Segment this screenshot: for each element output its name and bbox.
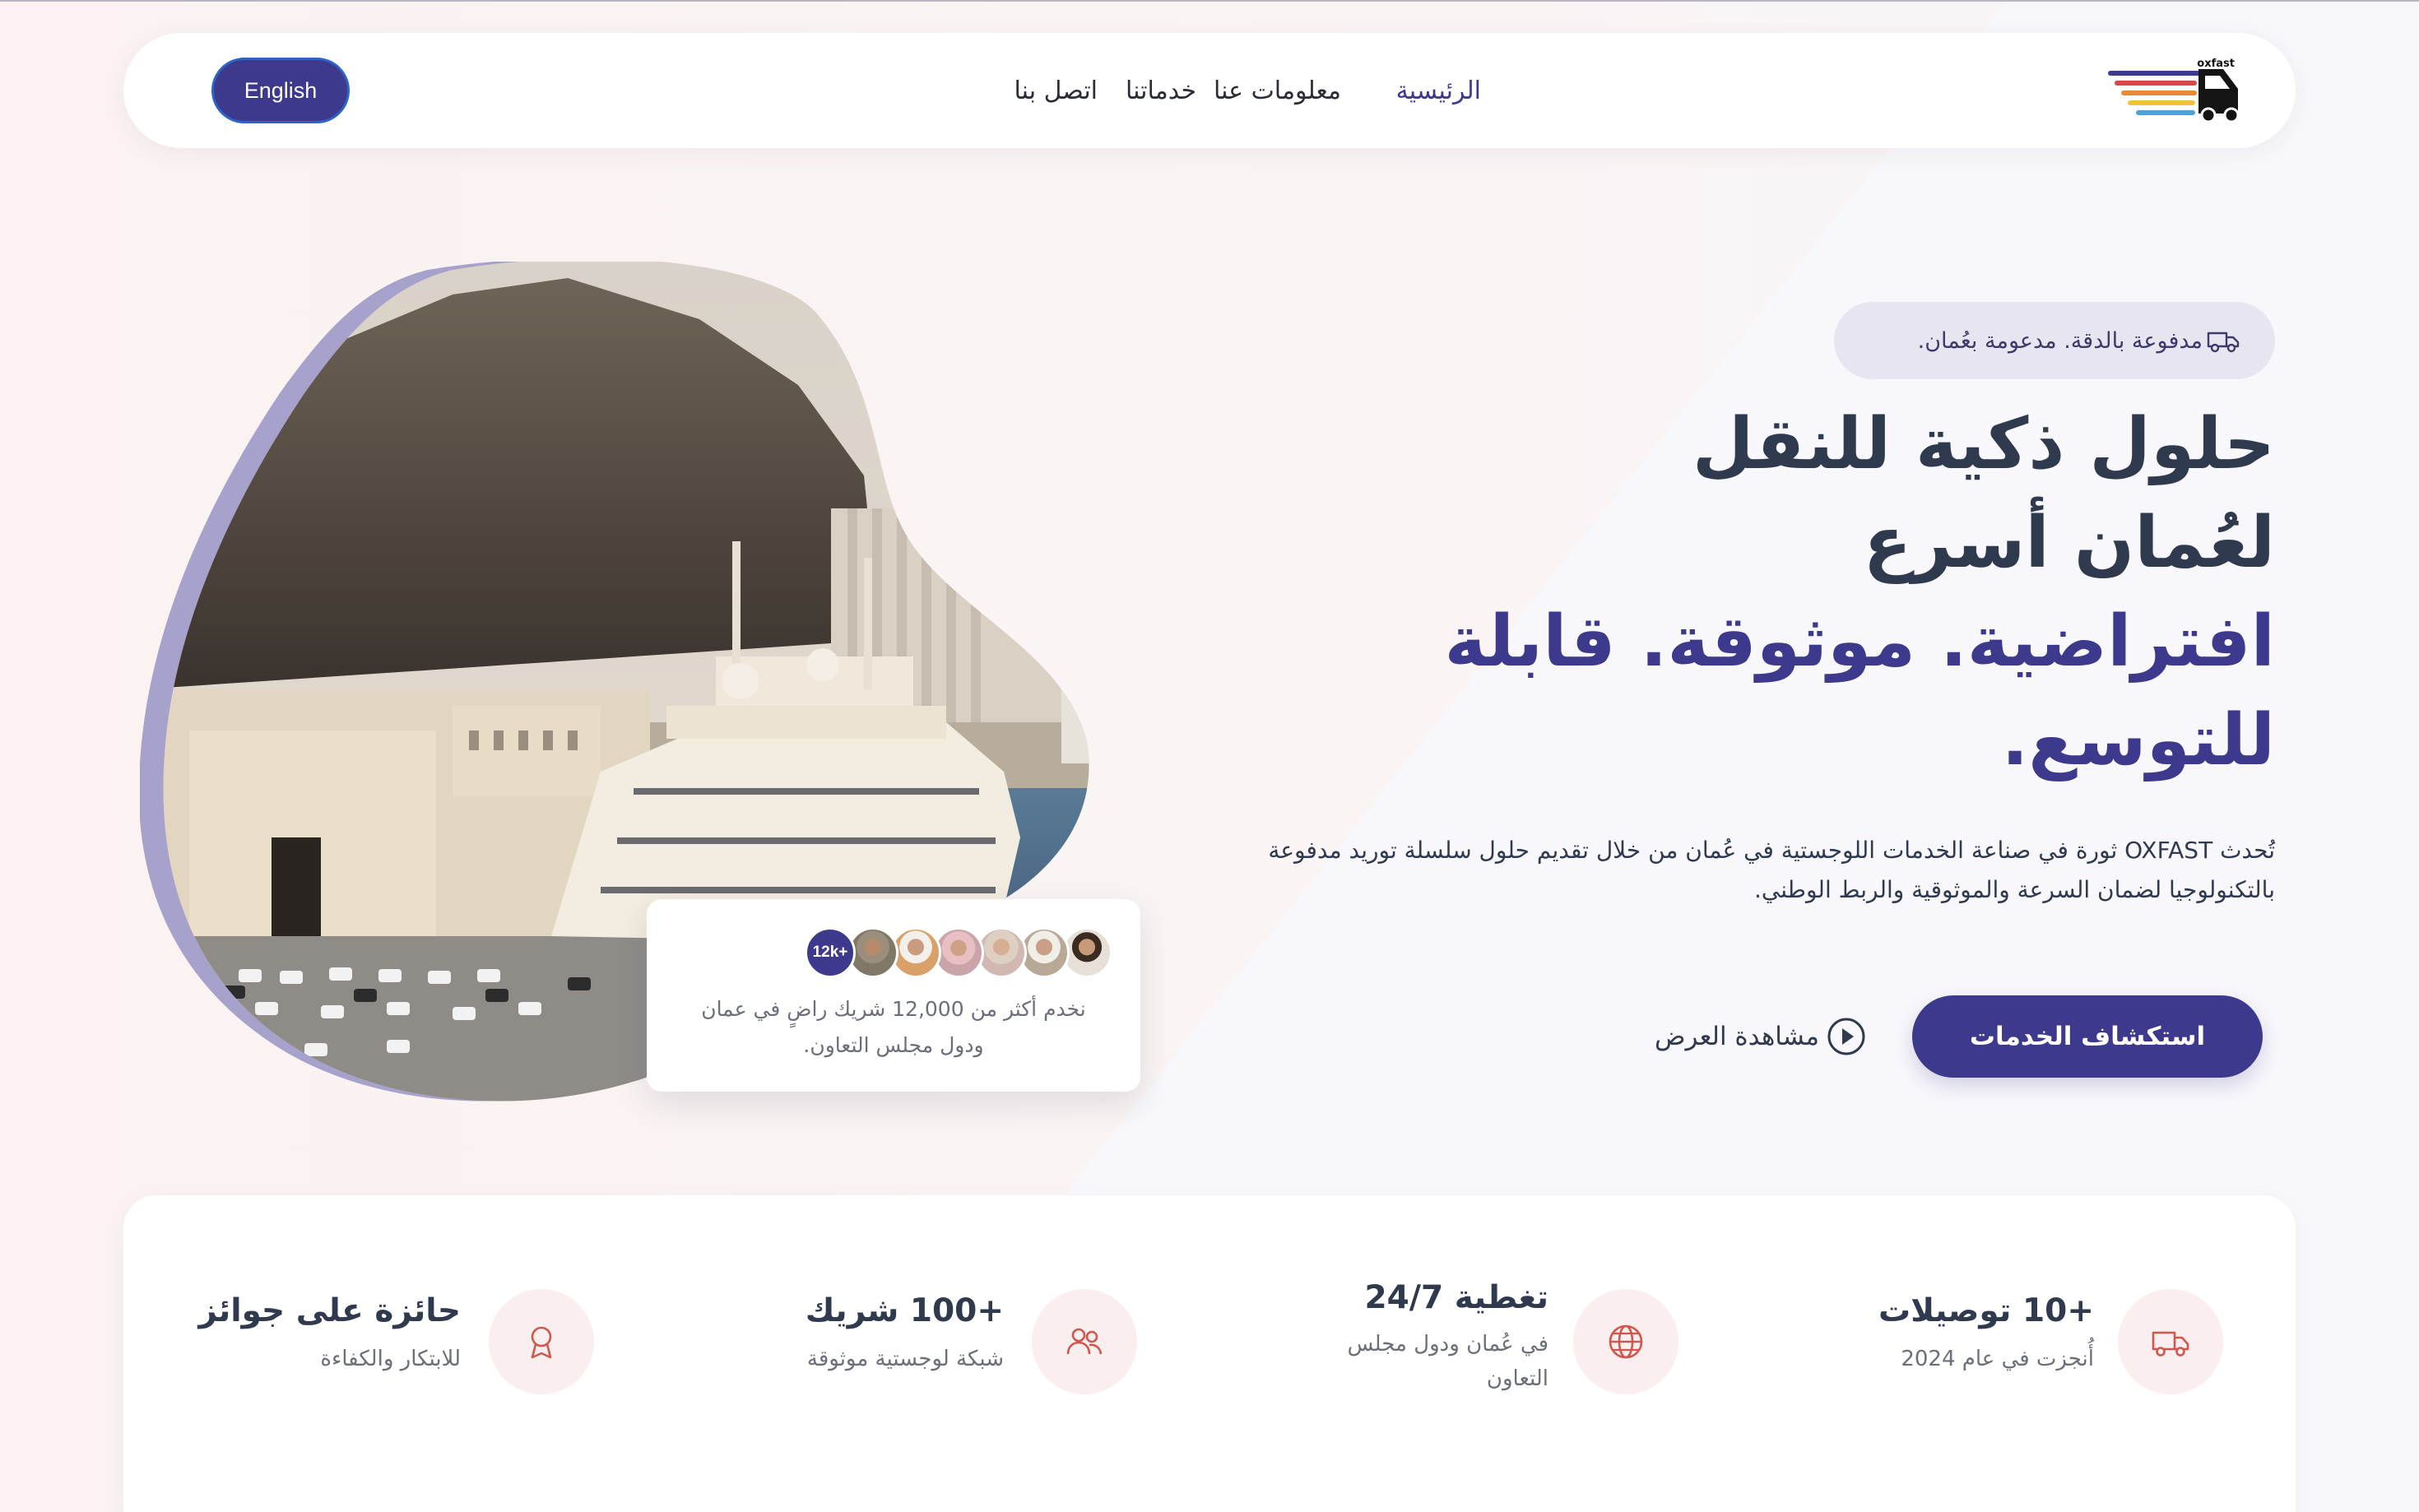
headline-line-1: حلول ذكية للنقل: [1692, 403, 2275, 485]
hero-badge-text: مدفوعة بالدقة. مدعومة بعُمان.: [1917, 327, 2203, 354]
truck-icon: [2207, 332, 2240, 353]
nav-about-wrap: معلومات عنا: [1214, 33, 1341, 148]
stat-icon-circle: [489, 1289, 594, 1394]
stat-subtitle: للابتكار والكفاءة: [320, 1347, 461, 1371]
stats-panel: +10 توصيلات أُنجزت في عام 2024 تغطية 24/…: [123, 1195, 2296, 1512]
watch-demo-button[interactable]: مشاهدة العرض: [1641, 995, 1880, 1078]
nav-home-wrap: الرئيسية: [1396, 33, 1481, 148]
hero-headline: حلول ذكية للنقل لعُمان أسرع افتراضية. مو…: [1247, 395, 2275, 790]
headline-line-4: للتوسع.: [2001, 699, 2275, 782]
watch-demo-label: مشاهدة العرض: [1654, 1022, 1820, 1051]
nav-link-home[interactable]: الرئيسية: [1396, 77, 1481, 105]
nav-services-wrap: خدماتنا: [1126, 33, 1196, 148]
nav-contact-wrap: اتصل بنا: [1014, 33, 1098, 148]
partner-avatars: +12k: [805, 927, 1112, 978]
hero-badge: مدفوعة بالدقة. مدعومة بعُمان.: [1834, 302, 2275, 379]
stat-awards: حائزة على جوائز للابتكار والكفاءة: [123, 1195, 2296, 1442]
award-icon: [531, 1326, 552, 1359]
stat-title: حائزة على جوائز: [198, 1292, 461, 1329]
nav-link-services[interactable]: خدماتنا: [1126, 77, 1196, 105]
brand-logo[interactable]: oxfast: [2108, 58, 2248, 125]
language-toggle-button[interactable]: English: [211, 58, 350, 123]
nav-link-contact[interactable]: اتصل بنا: [1014, 77, 1098, 105]
headline-line-3: افتراضية. موثوقة. قابلة: [1444, 601, 2275, 683]
logo-text: oxfast: [2197, 58, 2235, 70]
play-circle-icon: [1827, 1018, 1865, 1055]
hero-description: تُحدث OXFAST ثورة في صناعة الخدمات اللوج…: [1268, 837, 2275, 903]
explore-services-button[interactable]: استكشاف الخدمات: [1912, 995, 2263, 1078]
nav-link-about[interactable]: معلومات عنا: [1214, 77, 1341, 105]
headline-line-2: لعُمان أسرع: [1863, 502, 2275, 584]
partners-text: نخدم أكثر من 12,000 شريك راضٍ في عمان ود…: [701, 997, 1086, 1057]
partners-card: +12k نخدم أكثر من 12,000 شريك راضٍ في عم…: [647, 899, 1140, 1092]
partner-count-badge: +12k: [805, 927, 856, 978]
navbar: oxfast الرئيسية معلومات عنا خدماتنا اتصل…: [123, 33, 2296, 148]
